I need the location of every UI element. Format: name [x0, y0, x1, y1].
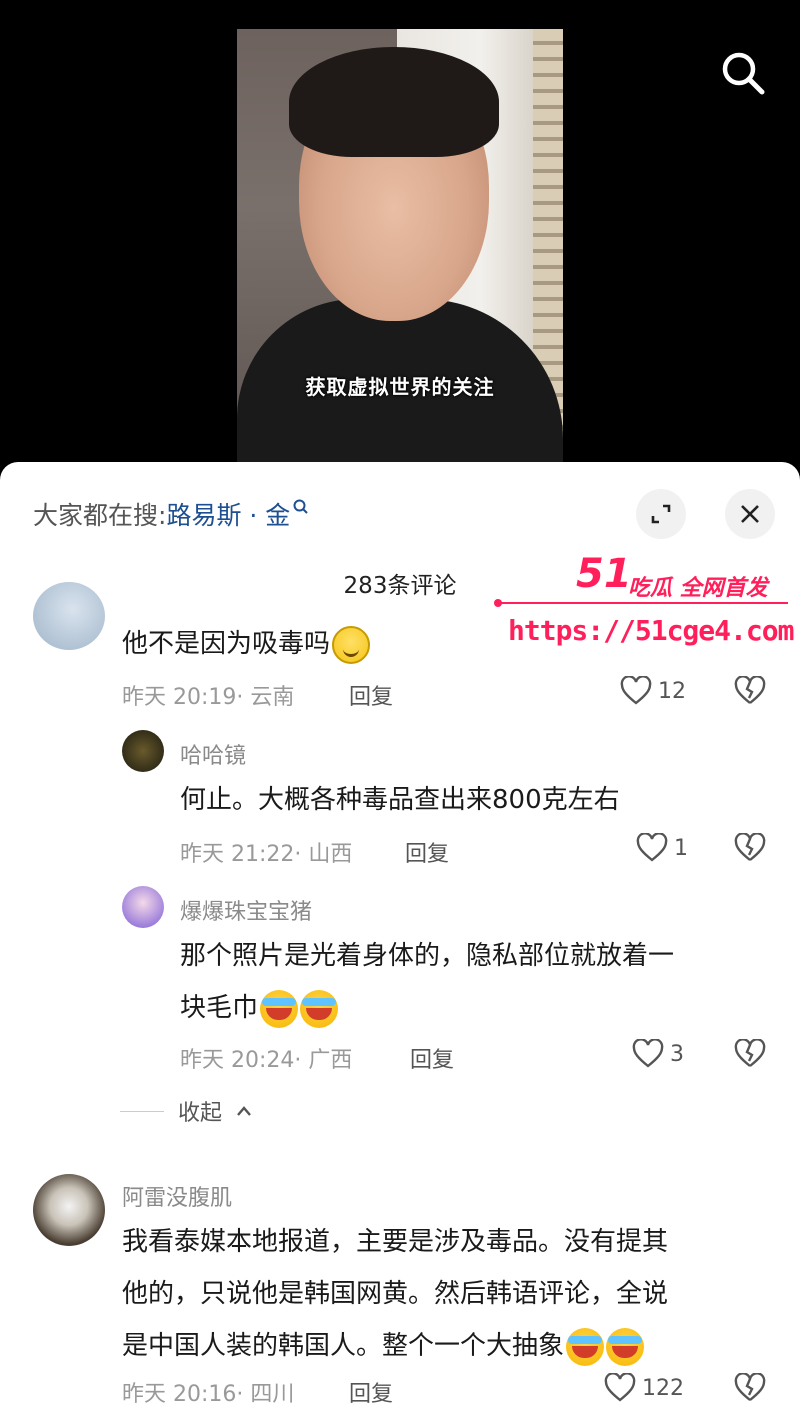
comment-text: 何止。大概各种毒品查出来800克左右 — [180, 785, 620, 815]
like-count: 12 — [658, 678, 686, 704]
collapse-divider — [120, 1110, 164, 1112]
laughing-crying-emoji-icon — [260, 989, 299, 1028]
laughing-crying-emoji-icon — [300, 989, 339, 1028]
avatar[interactable] — [33, 1174, 105, 1246]
reply-button[interactable]: 回复 — [410, 1042, 454, 1074]
avatar[interactable] — [122, 730, 164, 772]
avatar[interactable] — [33, 582, 105, 650]
video-caption: 获取虚拟世界的关注 — [305, 375, 495, 399]
expand-icon — [651, 504, 671, 524]
expand-button[interactable] — [636, 489, 686, 539]
broken-heart-icon — [734, 1038, 766, 1067]
search-icon — [722, 52, 765, 95]
heart-icon — [604, 1373, 636, 1402]
laughing-crying-emoji-icon — [606, 1327, 645, 1366]
heart-icon — [632, 1039, 664, 1068]
dislike-button[interactable] — [734, 832, 766, 865]
laughing-crying-emoji-icon — [566, 1327, 605, 1366]
search-button[interactable] — [718, 48, 768, 98]
collapse-replies-button[interactable]: 收起 — [120, 1095, 252, 1127]
like-button[interactable]: 122 — [604, 1373, 684, 1403]
broken-heart-icon — [734, 1372, 766, 1401]
username[interactable]: 爆爆珠宝宝猪 — [180, 894, 312, 926]
like-count: 1 — [674, 835, 688, 861]
like-button[interactable]: 12 — [620, 676, 686, 706]
comment-meta: 昨天 20:16· 四川 — [122, 1382, 295, 1407]
trending-term[interactable]: 路易斯 · 金 — [166, 501, 290, 530]
search-small-icon — [293, 499, 308, 514]
video-frame: 获取虚拟世界的关注 — [237, 29, 563, 470]
username[interactable]: 哈哈镜 — [180, 738, 246, 770]
reply-button[interactable]: 回复 — [349, 1376, 393, 1408]
like-button[interactable]: 1 — [636, 833, 688, 863]
avatar[interactable] — [122, 886, 164, 928]
heart-icon — [620, 676, 652, 705]
like-count: 122 — [642, 1375, 684, 1401]
collapse-label: 收起 — [178, 1101, 223, 1126]
broken-heart-icon — [734, 675, 766, 704]
trending-prefix: 大家都在搜: — [33, 501, 167, 530]
heart-icon — [636, 833, 668, 862]
comment-text: 他不是因为吸毒吗 — [122, 618, 371, 670]
video-player[interactable]: 获取虚拟世界的关注 — [0, 0, 800, 470]
comment-meta: 昨天 20:24· 广西 — [180, 1048, 353, 1073]
like-count: 3 — [670, 1041, 684, 1067]
reply-button[interactable]: 回复 — [405, 836, 449, 868]
watermark-logo-text: 吃瓜 全网首发 — [628, 576, 768, 601]
broken-heart-icon — [734, 832, 766, 861]
comment-meta: 昨天 21:22· 山西 — [180, 842, 353, 867]
comment-panel: 大家都在搜:路易斯 · 金 283条评论 51 吃瓜 全网首发 https://… — [0, 462, 800, 1416]
chevron-up-icon — [237, 1106, 251, 1116]
like-button[interactable]: 3 — [632, 1039, 684, 1069]
dislike-button[interactable] — [734, 1372, 766, 1405]
close-icon — [741, 505, 759, 523]
smile-emoji-icon — [332, 625, 371, 664]
watermark-logo-number: 51 — [576, 551, 632, 597]
close-button[interactable] — [725, 489, 775, 539]
video-person-hair — [289, 47, 499, 157]
comment-text: 那个照片是光着身体的，隐私部位就放着一 块毛巾 — [180, 930, 674, 1034]
dislike-button[interactable] — [734, 1038, 766, 1071]
trending-search[interactable]: 大家都在搜:路易斯 · 金 — [33, 496, 310, 532]
watermark-url: https://51cge4.com — [508, 614, 794, 647]
comment-text: 我看泰媒本地报道，主要是涉及毒品。没有提其 他的，只说他是韩国网黄。然后韩语评论… — [122, 1216, 668, 1372]
comment-meta: 昨天 20:19· 云南 — [122, 685, 295, 710]
username[interactable]: 阿雷没腹肌 — [122, 1180, 232, 1212]
watermark-divider — [494, 599, 788, 607]
reply-button[interactable]: 回复 — [349, 679, 393, 711]
dislike-button[interactable] — [734, 675, 766, 708]
